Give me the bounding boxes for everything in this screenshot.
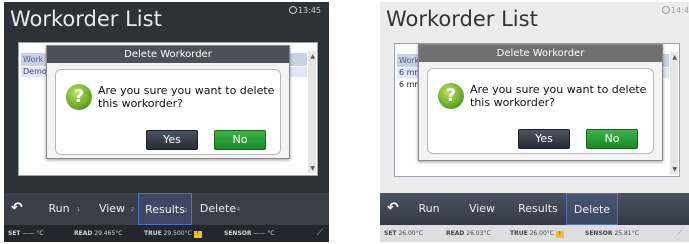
- delete-button[interactable]: Delete: [566, 193, 618, 225]
- set-value: —— °C: [22, 230, 44, 237]
- warning-icon: !: [555, 231, 564, 238]
- scrollbar[interactable]: [308, 51, 316, 173]
- toolbar: ↶ Run View Results Delete: [380, 193, 689, 225]
- true-key: TRUE: [144, 230, 162, 237]
- dialog-title: Delete Workorder: [419, 45, 662, 62]
- scrollbar[interactable]: [670, 52, 678, 174]
- delete-dialog: Delete Workorder ? Are you sure you want…: [418, 44, 663, 161]
- back-icon[interactable]: ↶: [387, 200, 399, 216]
- view-label: View: [468, 202, 496, 215]
- true-value: 26.00°C: [529, 230, 554, 237]
- yes-button[interactable]: Yes: [518, 129, 570, 149]
- view-label: View: [98, 202, 126, 215]
- dialog-title: Delete Workorder: [47, 46, 289, 63]
- run-label: Run: [48, 202, 70, 215]
- yes-button[interactable]: Yes: [146, 130, 198, 150]
- back-icon[interactable]: ↶: [11, 200, 23, 216]
- warning-icon: !: [193, 231, 202, 238]
- results-key-number: 3: [183, 208, 187, 214]
- view-button[interactable]: View: [460, 193, 504, 225]
- read-value: 26.03°C: [466, 230, 491, 237]
- status-bar: SET —— °C READ 29.465°C TRUE 29.500°C ! …: [4, 225, 329, 242]
- scroll-down-icon[interactable]: ▼: [672, 166, 677, 173]
- signal-icon: ⟋: [676, 228, 683, 238]
- read-key: READ: [74, 230, 93, 237]
- toolbar: ↶ Run 1 View 2 Results 3 Delete 4: [4, 193, 329, 225]
- delete-button[interactable]: Delete 4: [192, 193, 244, 225]
- delete-dialog: Delete Workorder ? Are you sure you want…: [46, 45, 290, 159]
- sensor-key: SENSOR: [224, 230, 252, 237]
- delete-key-number: 4: [236, 207, 240, 213]
- sensor-key: SENSOR: [585, 230, 613, 237]
- dialog-body: ? Are you sure you want to delete this w…: [55, 69, 281, 155]
- no-button[interactable]: No: [586, 129, 638, 149]
- page-title: Workorder List: [386, 7, 538, 31]
- run-label: Run: [418, 202, 440, 215]
- results-button[interactable]: Results 3: [138, 193, 192, 225]
- clock: 14:4: [662, 6, 689, 15]
- results-button[interactable]: Results: [510, 193, 566, 225]
- clock-icon: [288, 6, 297, 14]
- page-title: Workorder List: [10, 7, 162, 31]
- set-value: 26.00°C: [398, 230, 423, 237]
- set-key: SET: [8, 230, 21, 237]
- scroll-down-icon[interactable]: ▼: [310, 165, 315, 172]
- screen-dark: Workorder List 13:45 Work Demo ▲ ▼ Delet…: [4, 2, 329, 242]
- screen-light: Workorder List 14:4 Work 6 mm 6 mm ▲ ▼ D…: [380, 2, 689, 242]
- scroll-up-icon[interactable]: ▲: [310, 53, 315, 60]
- view-key-number: 2: [130, 207, 134, 213]
- clock-time: 14:4: [671, 6, 689, 15]
- true-value: 29.500°C: [163, 230, 192, 237]
- results-label: Results: [518, 202, 558, 215]
- dialog-body: ? Are you sure you want to delete this w…: [427, 68, 654, 154]
- true-key: TRUE: [510, 230, 528, 237]
- sensor-value: 25.81°C: [614, 230, 639, 237]
- dialog-message: Are you sure you want to delete this wor…: [98, 84, 275, 110]
- question-icon: ?: [66, 84, 92, 110]
- run-key-number: 1: [76, 207, 80, 213]
- sensor-value: —— °C: [253, 230, 275, 237]
- question-icon: ?: [438, 83, 464, 109]
- dialog-message: Are you sure you want to delete this wor…: [470, 83, 647, 109]
- clock-icon: [662, 6, 671, 14]
- run-button[interactable]: Run 1: [34, 193, 84, 225]
- status-bar: SET 26.00°C READ 26.03°C TRUE 26.00°C ! …: [380, 225, 689, 242]
- clock: 13:45: [288, 6, 321, 15]
- signal-icon: ⟋: [316, 228, 323, 238]
- read-value: 29.465°C: [94, 230, 123, 237]
- results-label: Results: [145, 203, 185, 216]
- view-button[interactable]: View 2: [86, 193, 138, 225]
- delete-label: Delete: [199, 202, 237, 215]
- read-key: READ: [446, 230, 465, 237]
- run-button[interactable]: Run: [408, 193, 450, 225]
- scroll-up-icon[interactable]: ▲: [672, 54, 677, 61]
- clock-time: 13:45: [297, 6, 321, 15]
- delete-label: Delete: [573, 203, 611, 216]
- no-button[interactable]: No: [214, 130, 266, 150]
- set-key: SET: [384, 230, 397, 237]
